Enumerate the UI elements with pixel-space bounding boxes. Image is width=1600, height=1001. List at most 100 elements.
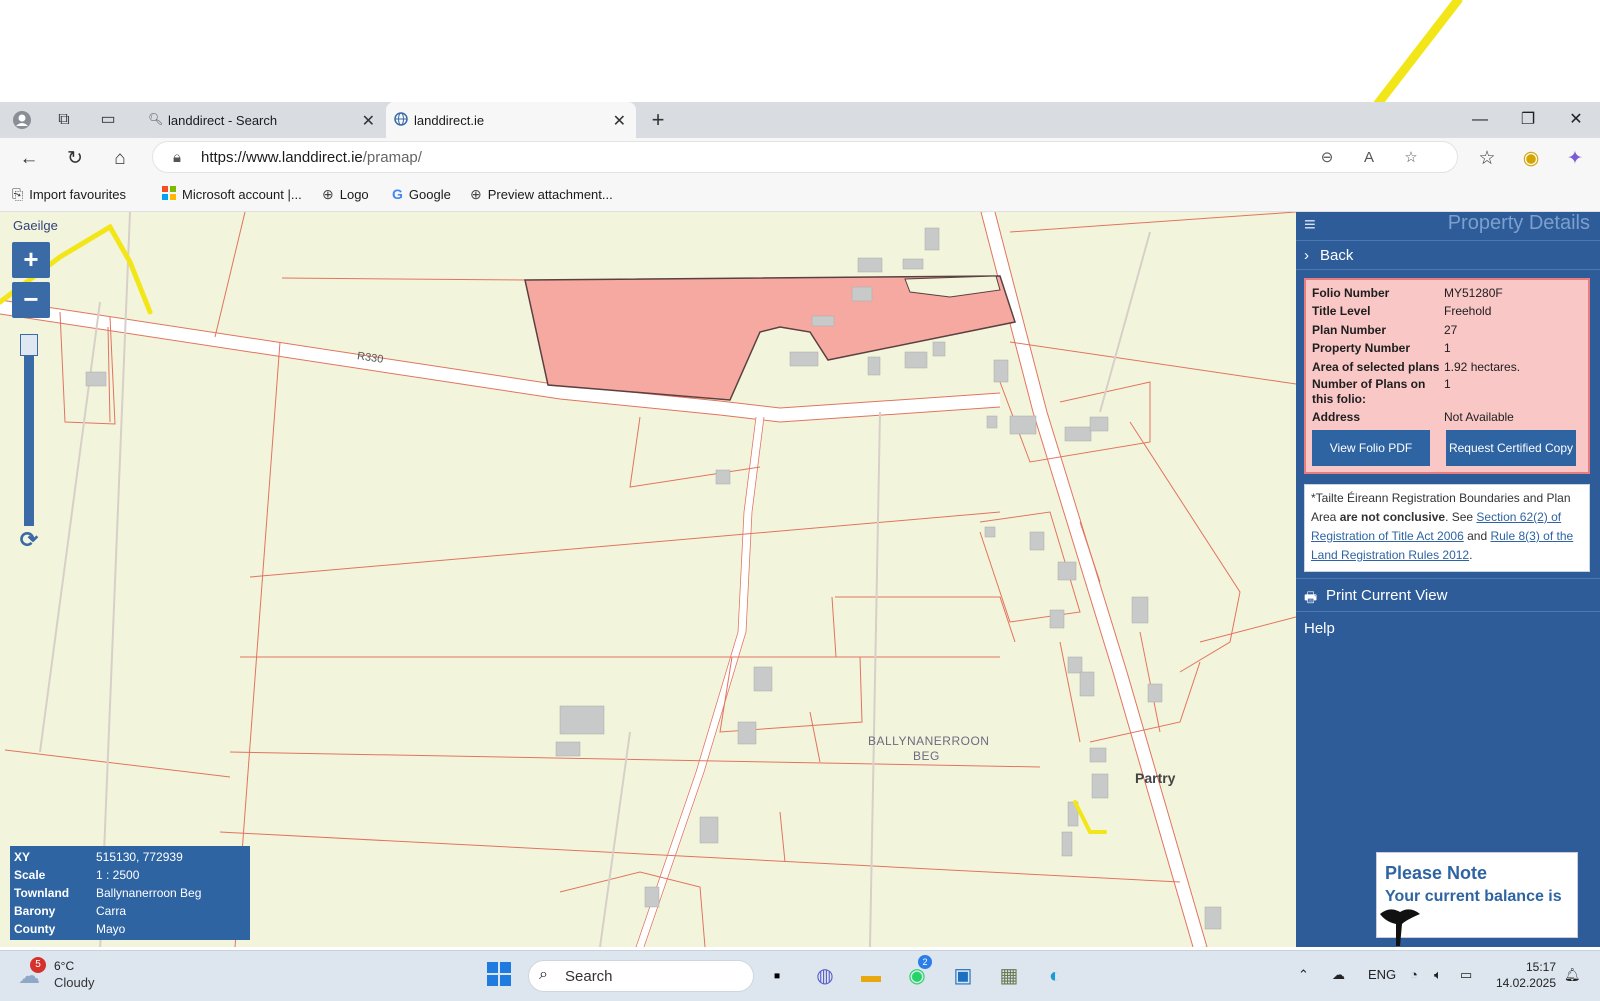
edge-icon[interactable]: ◐: [1040, 961, 1070, 991]
printer-icon: 🖶: [1304, 589, 1318, 605]
app-icon[interactable]: ▦: [994, 961, 1024, 991]
language-toggle-link[interactable]: Gaeilge: [13, 218, 58, 233]
tab-landdirect[interactable]: landdirect.ie ✕: [386, 102, 636, 138]
detail-value: Freehold: [1444, 304, 1492, 318]
restore-icon[interactable]: ❐: [1516, 108, 1540, 132]
detail-value: Not Available: [1444, 410, 1514, 424]
vertical-tabs-icon[interactable]: ▭: [98, 110, 118, 130]
back-label: Back: [1320, 247, 1354, 264]
onedrive-icon[interactable]: ☁: [1332, 967, 1345, 983]
star-icon[interactable]: ☆: [1401, 148, 1421, 168]
detail-value: 27: [1444, 323, 1458, 337]
preview-attachment-link[interactable]: ⊕ Preview attachment...: [470, 186, 613, 203]
address-bar[interactable]: 🔒︎ https://www.landdirect.ie/pramap/ ⊖ A…: [152, 141, 1458, 173]
microsoft-account-link[interactable]: Microsoft account |...: [162, 186, 302, 203]
map-drawing: [0, 212, 1296, 947]
weather-temp: 6°C: [54, 959, 75, 973]
print-current-view-button[interactable]: 🖶 Print Current View: [1296, 578, 1600, 612]
back-button[interactable]: › Back: [1296, 240, 1600, 270]
disclaimer-box: *Tailte Éireann Registration Boundaries …: [1304, 484, 1590, 572]
import-favourites-link[interactable]: ⎘ Import favourites: [12, 186, 126, 203]
favourites-bar: ⎘ Import favourites Microsoft account |..…: [0, 178, 1600, 212]
zoom-out-icon[interactable]: ⊖: [1317, 148, 1337, 168]
tab-landdirect-search[interactable]: 🔍︎ landdirect - Search ✕: [140, 102, 385, 138]
scale-label: Scale: [14, 868, 46, 882]
close-tab-icon[interactable]: ✕: [362, 111, 375, 131]
xy-value: 515130, 772939: [96, 850, 183, 864]
hamburger-menu-icon[interactable]: ≡: [1304, 214, 1316, 237]
back-arrow-icon[interactable]: ←: [16, 146, 42, 172]
townland-label: BALLYNANERROON: [868, 734, 990, 748]
battery-icon[interactable]: ▭: [1460, 967, 1472, 983]
google-link[interactable]: G Google: [392, 186, 451, 202]
profile-icon[interactable]: [12, 110, 32, 130]
county-key: County: [14, 922, 56, 936]
refresh-icon[interactable]: ↻: [62, 146, 88, 172]
volume-icon[interactable]: 🔈︎: [1434, 967, 1442, 983]
close-window-icon[interactable]: ✕: [1564, 108, 1588, 132]
zoom-slider-handle[interactable]: [20, 334, 38, 356]
globe-icon: ⊕: [322, 186, 334, 202]
clock-time: 15:17: [1525, 960, 1556, 974]
new-tab-icon[interactable]: +: [648, 109, 668, 131]
taskbar: ☁ 5 6°C Cloudy ⌕ Search ▪ ◍ ▬ ◉ 2 ▣ ▦ ◐ …: [0, 950, 1600, 1001]
microsoft-logo-icon: [162, 186, 176, 203]
url-text[interactable]: https://www.landdirect.ie/pramap/: [201, 149, 422, 166]
zoom-slider-track[interactable]: [24, 336, 34, 526]
detail-key: Folio Number: [1312, 286, 1390, 300]
favourites-icon[interactable]: ☆: [1474, 146, 1500, 172]
help-link[interactable]: Help: [1304, 620, 1335, 637]
teams-chat-icon[interactable]: ◍: [810, 961, 840, 991]
wifi-icon[interactable]: ◔: [1410, 967, 1418, 982]
view-folio-pdf-button[interactable]: View Folio PDF: [1312, 430, 1430, 466]
workspaces-icon[interactable]: ⧉: [54, 110, 74, 130]
weather-badge: 5: [30, 957, 46, 973]
townland-value: Ballynanerroon Beg: [96, 886, 202, 900]
minimize-icon[interactable]: —: [1468, 108, 1492, 132]
extension-icon[interactable]: ◉: [1518, 146, 1544, 172]
clock[interactable]: 15:17 14.02.2025: [1494, 959, 1556, 991]
home-icon[interactable]: ⌂: [107, 146, 133, 172]
ink-blot-mark: [1380, 909, 1420, 946]
task-view-icon[interactable]: ▪: [762, 961, 792, 991]
detail-key: Plan Number: [1312, 323, 1387, 337]
chevron-right-icon: ›: [1304, 247, 1309, 264]
taskbar-search[interactable]: ⌕ Search: [528, 960, 754, 992]
detail-value: 1: [1444, 377, 1451, 391]
zoom-in-button[interactable]: +: [12, 242, 50, 278]
detail-key: Property Number: [1312, 341, 1411, 355]
townland-key: Townland: [14, 886, 70, 900]
village-label: Partry: [1135, 770, 1176, 786]
detail-value: MY51280F: [1444, 286, 1503, 300]
print-label: Print Current View: [1326, 587, 1448, 604]
zoom-out-button[interactable]: −: [12, 282, 50, 318]
disclaimer-text: .: [1469, 548, 1473, 562]
map-info-box: XY 515130, 772939 Scale 1 : 2500 Townland B…: [10, 846, 250, 940]
address-bar-row: ← ↻ ⌂ 🔒︎ https://www.landdirect.ie/prama…: [0, 138, 1600, 178]
search-label: Search: [565, 968, 613, 985]
language-indicator[interactable]: ENG: [1368, 967, 1396, 982]
chevron-up-icon[interactable]: ⌃: [1298, 967, 1309, 983]
copilot-icon[interactable]: ✦: [1562, 146, 1588, 172]
file-explorer-icon[interactable]: ▬: [856, 961, 886, 991]
disclaimer-text: . See: [1445, 510, 1477, 524]
close-tab-icon[interactable]: ✕: [613, 111, 626, 131]
map-canvas[interactable]: Gaeilge + − ⟳ R330 BALLYNANERROON BEG Pa…: [0, 212, 1296, 947]
notifications-icon[interactable]: 🔔︎: [1564, 967, 1581, 983]
barony-value: Carra: [96, 904, 127, 918]
detail-key: Number of Plans on this folio:: [1312, 377, 1426, 406]
request-certified-copy-button[interactable]: Request Certified Copy: [1446, 430, 1576, 466]
notice-title: Please Note: [1385, 863, 1488, 883]
logo-link[interactable]: ⊕ Logo: [322, 186, 369, 203]
property-details-box: Folio Number MY51280F Title Level Freehold…: [1304, 278, 1590, 474]
store-icon[interactable]: ▣: [948, 961, 978, 991]
read-aloud-icon[interactable]: A: [1359, 148, 1379, 168]
lock-icon[interactable]: 🔒︎: [167, 148, 187, 168]
import-icon: ⎘: [12, 186, 24, 202]
detail-key: Address: [1312, 410, 1361, 424]
reset-map-icon[interactable]: ⟳: [17, 528, 41, 552]
scale-value: 1 : 2500: [96, 868, 140, 882]
property-details-panel: ≡ Property Details › Back Folio Number MY…: [1296, 212, 1600, 947]
xy-label: XY: [14, 850, 31, 864]
windows-start-icon[interactable]: [484, 961, 514, 991]
